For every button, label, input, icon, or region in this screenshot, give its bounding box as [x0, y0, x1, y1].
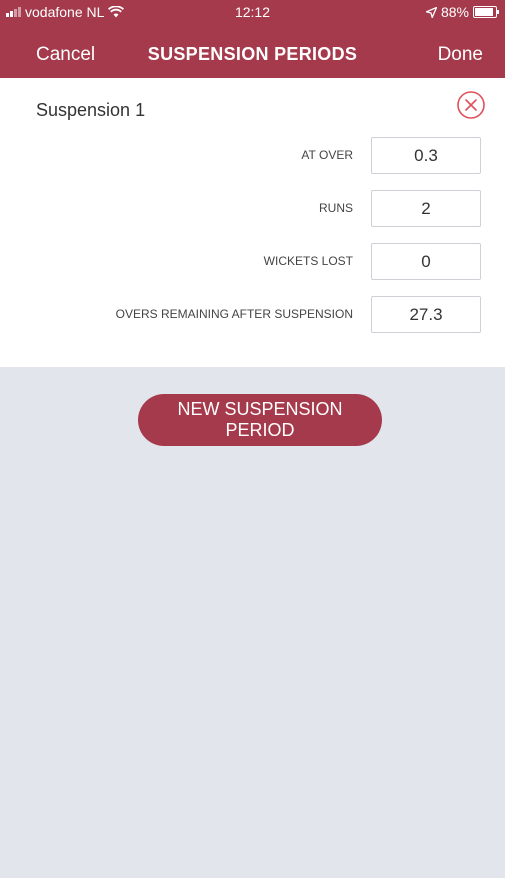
field-row-at-over: AT OVER [0, 137, 505, 175]
wickets-lost-label: WICKETS LOST [263, 254, 353, 268]
page-title: SUSPENSION PERIODS [147, 44, 358, 64]
suspension-title: Suspension 1 [36, 100, 146, 120]
at-over-label: AT OVER [301, 148, 353, 162]
overs-remaining-label: OVERS REMAINING AFTER SUSPENSION [115, 307, 353, 321]
at-over-input[interactable] [371, 137, 481, 174]
field-row-overs-remaining: OVERS REMAINING AFTER SUSPENSION [0, 296, 505, 334]
battery-icon [473, 6, 499, 18]
remove-suspension-icon[interactable] [456, 90, 486, 120]
wickets-lost-input[interactable] [371, 243, 481, 280]
runs-input[interactable] [371, 190, 481, 227]
battery-fill [475, 8, 493, 16]
field-row-wickets-lost: WICKETS LOST [0, 243, 505, 281]
status-right: 88% [425, 4, 499, 20]
location-arrow-icon [425, 6, 437, 18]
overs-remaining-input[interactable] [371, 296, 481, 333]
suspension-card: Suspension 1 AT OVER RUNS WICKETS LOST O… [0, 78, 505, 367]
new-suspension-period-button[interactable]: NEW SUSPENSION PERIOD [138, 394, 382, 446]
app-header: vodafone NL 12:12 88% Cancel SUSPENSION … [0, 0, 505, 78]
navigation-bar: Cancel SUSPENSION PERIODS Done [0, 24, 505, 78]
battery-percent: 88% [440, 4, 469, 20]
runs-label: RUNS [318, 201, 353, 215]
status-bar: vodafone NL 12:12 88% [0, 0, 505, 24]
done-button[interactable]: Done [438, 44, 483, 66]
field-row-runs: RUNS [0, 190, 505, 228]
